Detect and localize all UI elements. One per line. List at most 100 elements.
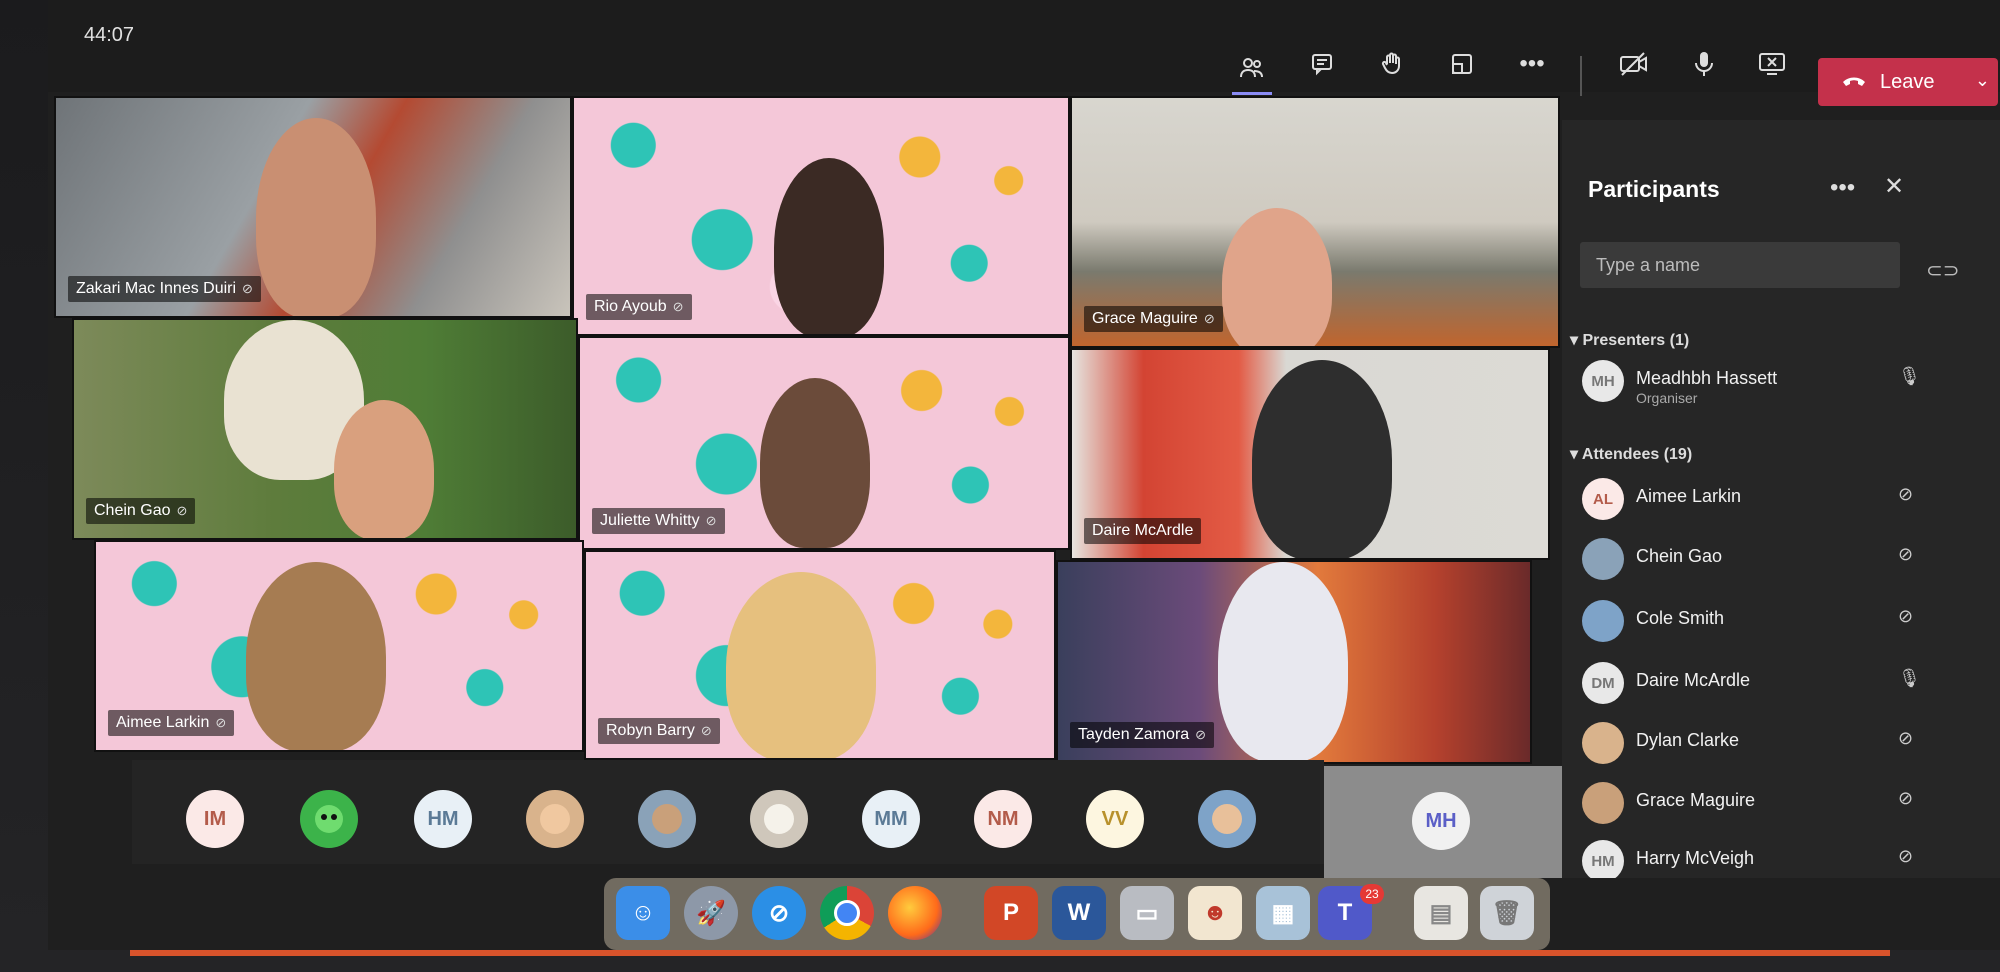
photo-avatar <box>764 804 794 834</box>
character-icon <box>315 805 343 833</box>
avatar[interactable] <box>300 790 358 848</box>
presenters-label: Presenters (1) <box>1582 332 1690 349</box>
teams-window: 44:07 ••• Leave ⌄ Zakari Mac Innes Duiri… <box>48 0 2000 950</box>
link-icon[interactable]: ⊂⊃ <box>1926 258 1960 283</box>
notification-badge: 23 <box>1360 884 1384 904</box>
camera-off-icon[interactable] <box>1614 44 1654 84</box>
attendees-section-header[interactable]: ▾ Attendees (19) <box>1570 444 1692 464</box>
chevron-down-icon: ▾ <box>1570 332 1583 349</box>
participant-name: Harry McVeigh <box>1636 848 1755 868</box>
image-capture-icon[interactable]: ▦ <box>1256 886 1310 940</box>
photo-booth-icon[interactable]: ☻ <box>1188 886 1242 940</box>
avatar: MH <box>1582 360 1624 402</box>
avatar: DM <box>1582 662 1624 704</box>
participant-row[interactable]: AL Aimee Larkin ⊘ <box>1562 474 1962 522</box>
participant-name: Daire McArdle <box>1092 522 1194 539</box>
launchpad-icon[interactable]: 🚀 <box>684 886 738 940</box>
participant-row[interactable]: Cole Smith ⊘ <box>1562 596 1962 644</box>
participant-row[interactable]: MH Meadhbh Hassett Organiser 🎙 <box>1562 356 1962 406</box>
participant-row[interactable]: HM Harry McVeigh ⊘ <box>1562 836 1962 878</box>
close-icon[interactable]: ✕ <box>1884 172 1904 201</box>
more-icon[interactable]: ••• <box>1512 44 1552 84</box>
leave-label: Leave <box>1880 70 1935 93</box>
mic-off-icon: ⊘ <box>700 723 712 738</box>
video-tile[interactable]: Robyn Barry ⊘ <box>584 550 1056 760</box>
participant-row[interactable]: Grace Maguire ⊘ <box>1562 778 1962 826</box>
participants-icon[interactable] <box>1232 44 1272 95</box>
participant-video <box>726 572 876 758</box>
participant-name-tag: Rio Ayoub ⊘ <box>586 294 692 320</box>
more-options-icon[interactable]: ••• <box>1830 174 1855 202</box>
avatar[interactable] <box>1198 790 1256 848</box>
video-tile[interactable]: Juliette Whitty ⊘ <box>578 336 1070 550</box>
video-tile[interactable]: Rio Ayoub ⊘ <box>572 96 1070 336</box>
safari-icon[interactable]: ⊘ <box>752 886 806 940</box>
participant-video <box>774 158 884 334</box>
firefox-icon[interactable] <box>888 886 942 940</box>
participant-row[interactable]: DM Daire McArdle 🎙 <box>1562 658 1962 706</box>
participant-name-tag: Chein Gao ⊘ <box>86 498 196 524</box>
mic-off-icon: ⊘ <box>176 503 188 518</box>
avatar[interactable]: NM <box>974 790 1032 848</box>
participant-name: Daire McArdle <box>1636 670 1751 690</box>
mic-off-icon: ⊘ <box>1898 606 1914 626</box>
participant-row[interactable]: Dylan Clarke ⊘ <box>1562 718 1962 766</box>
avatar[interactable] <box>638 790 696 848</box>
mic-off-icon: ⊘ <box>1898 788 1914 808</box>
participants-panel: Participants ••• ✕ Type a name ⊂⊃ ▾ Pres… <box>1562 120 2000 878</box>
raise-hand-icon[interactable] <box>1372 44 1412 84</box>
video-tile[interactable]: Zakari Mac Innes Duiri ⊘ <box>54 96 572 318</box>
photo-avatar <box>540 804 570 834</box>
mic-off-icon: ⊘ <box>1898 728 1914 748</box>
trash-icon[interactable]: 🗑 <box>1480 886 1534 940</box>
preview-icon[interactable]: ▭ <box>1120 886 1174 940</box>
rooms-icon[interactable] <box>1442 44 1482 84</box>
leave-button[interactable]: Leave ⌄ <box>1818 58 1998 106</box>
photo-avatar <box>652 804 682 834</box>
chrome-center <box>834 900 860 926</box>
avatar <box>1582 782 1624 824</box>
participant-name-tag: Juliette Whitty ⊘ <box>592 508 725 534</box>
powerpoint-icon[interactable]: P <box>984 886 1038 940</box>
avatar[interactable] <box>750 790 808 848</box>
document-stack-icon[interactable]: ▤ <box>1414 886 1468 940</box>
participant-name: Cole Smith <box>1636 608 1725 628</box>
participant-name-tag: Grace Maguire ⊘ <box>1084 306 1223 332</box>
phone-hangup-icon <box>1842 71 1866 94</box>
participant-video <box>1218 562 1348 762</box>
video-tile[interactable]: Grace Maguire ⊘ <box>1070 96 1560 348</box>
presenters-section-header[interactable]: ▾ Presenters (1) <box>1570 330 1689 350</box>
avatar[interactable]: MM <box>862 790 920 848</box>
avatar[interactable]: HM <box>414 790 472 848</box>
mic-off-icon: ⊘ <box>215 715 227 730</box>
chevron-down-icon[interactable]: ⌄ <box>1975 70 1990 91</box>
participant-video <box>760 378 870 548</box>
video-tile[interactable]: Chein Gao ⊘ <box>72 318 578 540</box>
finder-icon[interactable]: ☺ <box>616 886 670 940</box>
mic-icon[interactable] <box>1684 44 1724 84</box>
participant-name: Grace Maguire <box>1636 790 1756 810</box>
avatar[interactable] <box>526 790 584 848</box>
video-tile[interactable]: Aimee Larkin ⊘ <box>94 540 584 752</box>
participant-name: Meadhbh Hassett <box>1636 368 1778 388</box>
panel-title: Participants <box>1588 176 1720 202</box>
avatar <box>1582 600 1624 642</box>
chrome-icon[interactable] <box>820 886 874 940</box>
photo-avatar <box>1212 804 1242 834</box>
chat-icon[interactable] <box>1302 44 1342 84</box>
share-stop-icon[interactable] <box>1752 44 1792 84</box>
participant-name: Dylan Clarke <box>1636 730 1740 750</box>
self-view-tile[interactable]: MH <box>1324 766 1562 878</box>
participant-name-tag: Robyn Barry ⊘ <box>598 718 720 744</box>
avatar[interactable]: VV <box>1086 790 1144 848</box>
avatar[interactable]: IM <box>186 790 244 848</box>
word-icon[interactable]: W <box>1052 886 1106 940</box>
video-tile[interactable]: Daire McArdle <box>1070 348 1550 560</box>
participant-role: Organiser <box>1636 390 1698 406</box>
search-input[interactable]: Type a name <box>1580 242 1900 288</box>
participant-row[interactable]: Chein Gao ⊘ <box>1562 534 1962 582</box>
participant-video <box>334 400 434 538</box>
video-tile[interactable]: Tayden Zamora ⊘ <box>1056 560 1532 764</box>
avatar <box>1582 722 1624 764</box>
participant-video <box>246 562 386 750</box>
